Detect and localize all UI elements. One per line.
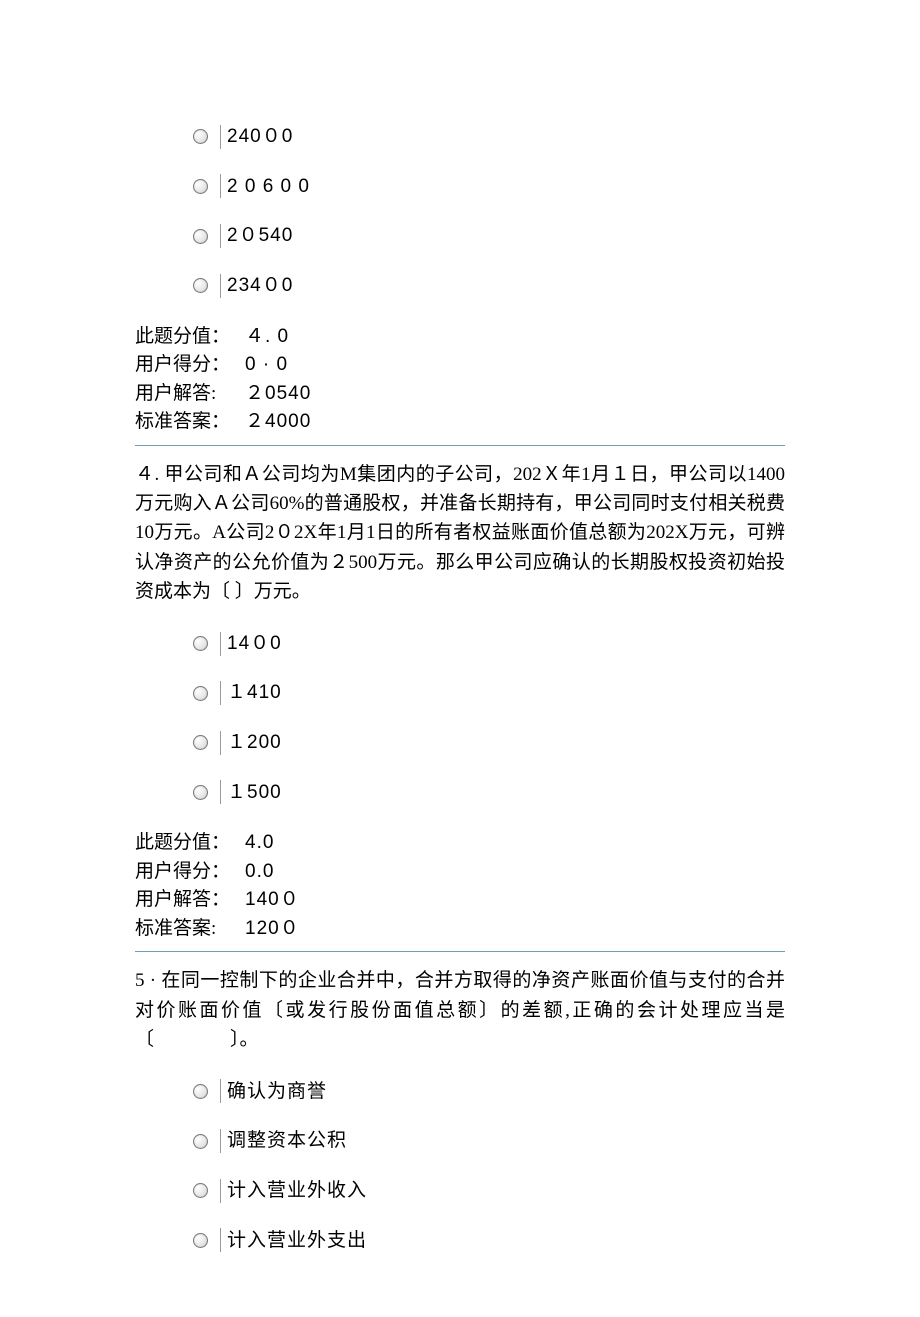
q5-option-2[interactable]: 调整资本公积 — [193, 1128, 785, 1154]
radio-icon[interactable] — [193, 686, 208, 701]
user-answer-value: ２0540 — [245, 380, 311, 409]
q4-score-block: 此题分值： 4.0 用户得分： 0.0 用户解答： 140０ 标准答案: 120… — [135, 829, 785, 943]
option-divider — [220, 731, 221, 755]
option-text: 调整资本公积 — [227, 1128, 347, 1154]
option-divider — [220, 780, 221, 804]
radio-icon[interactable] — [193, 1134, 208, 1149]
user-score-label: 用户得分： — [135, 351, 245, 380]
q4-text: ４. 甲公司和Ａ公司均为M集团内的子公司，202Ｘ年1月１日，甲公司以1400万… — [135, 460, 785, 607]
correct-answer-label: 标准答案: — [135, 915, 245, 944]
option-divider — [220, 1079, 221, 1103]
option-text: 14０0 — [227, 631, 282, 657]
points-value: 4.0 — [245, 829, 274, 858]
option-text: 240０0 — [227, 124, 293, 150]
option-divider — [220, 125, 221, 149]
correct-answer-value: 120０ — [245, 915, 300, 944]
user-score-value: 0.0 — [245, 858, 274, 887]
radio-icon[interactable] — [193, 129, 208, 144]
q3-option-4[interactable]: 234０0 — [193, 273, 785, 299]
q3-option-3[interactable]: 2０540 — [193, 223, 785, 249]
radio-icon[interactable] — [193, 1183, 208, 1198]
option-text: 2０540 — [227, 223, 293, 249]
option-divider — [220, 224, 221, 248]
option-divider — [220, 1228, 221, 1252]
separator — [135, 951, 785, 952]
option-divider — [220, 274, 221, 298]
q4-option-1[interactable]: 14０0 — [193, 631, 785, 657]
option-divider — [220, 632, 221, 656]
option-text: 计入营业外收入 — [227, 1178, 367, 1204]
option-divider — [220, 174, 221, 198]
q5-options: 确认为商誉 调整资本公积 计入营业外收入 计入营业外支出 — [193, 1079, 785, 1254]
radio-icon[interactable] — [193, 179, 208, 194]
option-text: 2 0 6 0 0 — [227, 174, 310, 200]
points-label: 此题分值： — [135, 323, 245, 352]
separator — [135, 445, 785, 446]
radio-icon[interactable] — [193, 785, 208, 800]
q5-option-4[interactable]: 计入营业外支出 — [193, 1228, 785, 1254]
radio-icon[interactable] — [193, 1084, 208, 1099]
radio-icon[interactable] — [193, 229, 208, 244]
correct-answer-value: ２4000 — [245, 408, 311, 437]
points-label: 此题分值： — [135, 829, 245, 858]
option-divider — [220, 681, 221, 705]
points-value: ４. 0 — [245, 323, 289, 352]
correct-answer-label: 标准答案： — [135, 408, 245, 437]
q4-option-2[interactable]: １410 — [193, 680, 785, 706]
q4-options: 14０0 １410 １200 １500 — [193, 631, 785, 806]
option-text: 计入营业外支出 — [227, 1228, 367, 1254]
radio-icon[interactable] — [193, 1233, 208, 1248]
radio-icon[interactable] — [193, 278, 208, 293]
q3-score-block: 此题分值： ４. 0 用户得分： 0 · 0 用户解答: ２0540 标准答案：… — [135, 323, 785, 437]
q5-text: 5 · 在同一控制下的企业合并中，合并方取得的净资产账面价值与支付的合并对价账面… — [135, 966, 785, 1054]
q4-option-4[interactable]: １500 — [193, 780, 785, 806]
q3-options: 240０0 2 0 6 0 0 2０540 234０0 — [193, 124, 785, 299]
user-score-label: 用户得分： — [135, 858, 245, 887]
user-answer-value: 140０ — [245, 886, 300, 915]
user-score-value: 0 · 0 — [245, 351, 288, 380]
option-divider — [220, 1129, 221, 1153]
q3-option-2[interactable]: 2 0 6 0 0 — [193, 174, 785, 200]
option-text: 234０0 — [227, 273, 293, 299]
q4-option-3[interactable]: １200 — [193, 730, 785, 756]
q5-option-3[interactable]: 计入营业外收入 — [193, 1178, 785, 1204]
option-text: 确认为商誉 — [227, 1079, 327, 1105]
user-answer-label: 用户解答： — [135, 886, 245, 915]
user-answer-label: 用户解答: — [135, 380, 245, 409]
option-text: １500 — [227, 780, 282, 806]
radio-icon[interactable] — [193, 636, 208, 651]
option-text: １410 — [227, 680, 282, 706]
option-text: １200 — [227, 730, 282, 756]
q5-option-1[interactable]: 确认为商誉 — [193, 1079, 785, 1105]
option-divider — [220, 1179, 221, 1203]
q3-option-1[interactable]: 240０0 — [193, 124, 785, 150]
radio-icon[interactable] — [193, 735, 208, 750]
